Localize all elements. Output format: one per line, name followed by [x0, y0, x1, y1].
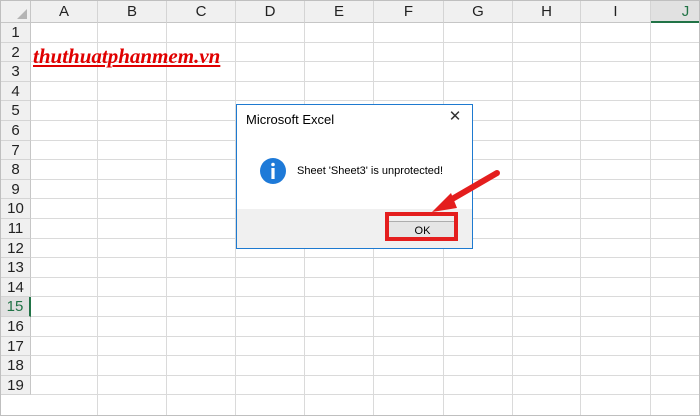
pointer-arrow — [432, 170, 500, 212]
